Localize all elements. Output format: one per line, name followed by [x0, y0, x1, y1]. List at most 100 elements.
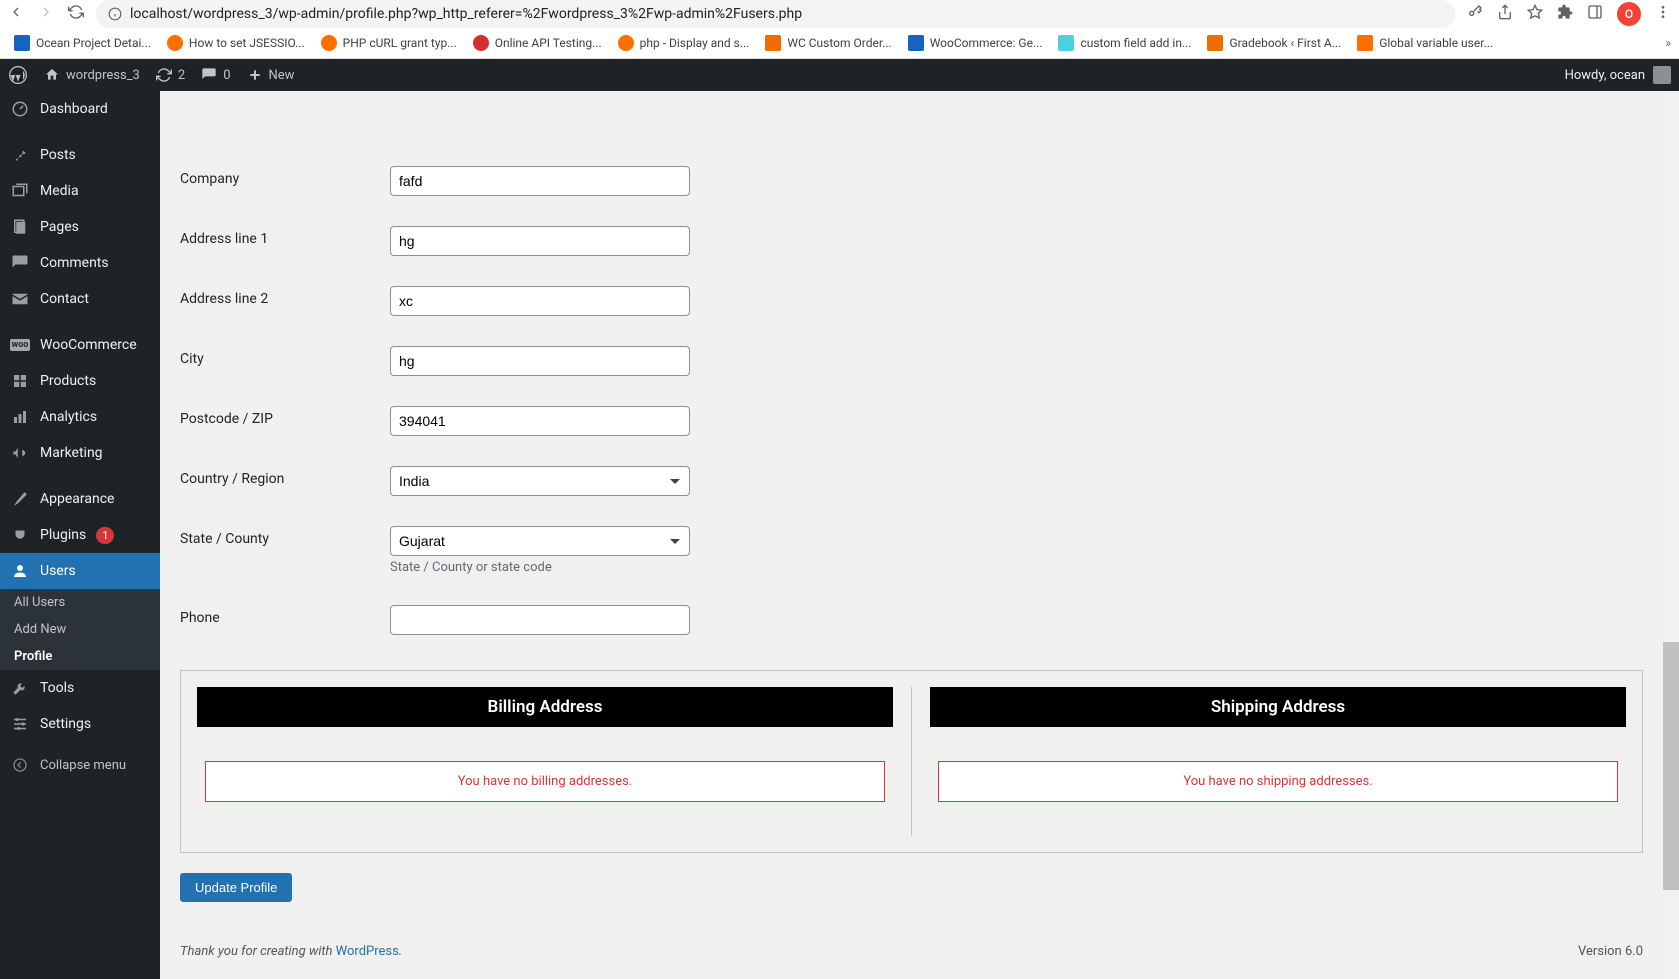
company-input[interactable] [390, 166, 690, 196]
products-icon [10, 371, 30, 391]
update-profile-button[interactable]: Update Profile [180, 873, 292, 902]
sidebar-item-media[interactable]: Media [0, 173, 160, 209]
row-company: Company [180, 151, 1643, 211]
back-icon[interactable] [8, 4, 24, 24]
chart-icon [10, 407, 30, 427]
share-icon[interactable] [1497, 4, 1513, 24]
footer-wp-link[interactable]: WordPress [336, 944, 399, 959]
scrollbar[interactable] [1663, 91, 1679, 979]
country-select[interactable]: India [390, 466, 690, 496]
billing-address-column: Billing Address You have no billing addr… [197, 687, 893, 836]
sidebar-item-users[interactable]: Users [0, 553, 160, 589]
bookmark-item[interactable]: Ocean Project Detai... [8, 31, 157, 55]
star-icon[interactable] [1527, 4, 1543, 24]
sidebar-item-products[interactable]: Products [0, 363, 160, 399]
wp-admin-bar: wordpress_3 2 0 New Howdy, ocean [0, 59, 1679, 91]
admin-sidebar: Dashboard Posts Media Pages Comments Con… [0, 91, 160, 979]
collapse-menu[interactable]: Collapse menu [0, 746, 160, 783]
howdy-text[interactable]: Howdy, ocean [1565, 68, 1645, 83]
shipping-address-column: Shipping Address You have no shipping ad… [930, 687, 1626, 836]
sidebar-item-settings[interactable]: Settings [0, 706, 160, 742]
bookmark-item[interactable]: WooCommerce: Ge... [902, 31, 1049, 55]
megaphone-icon [10, 443, 30, 463]
extensions-icon[interactable] [1557, 4, 1573, 24]
sidebar-item-appearance[interactable]: Appearance [0, 481, 160, 517]
footer-thanks-suffix: . [399, 944, 402, 959]
bookmark-item[interactable]: WC Custom Order... [759, 31, 897, 55]
user-icon [10, 561, 30, 581]
shipping-header: Shipping Address [930, 687, 1626, 727]
bookmark-item[interactable]: PHP cURL grant typ... [315, 31, 463, 55]
plug-icon [10, 525, 30, 545]
users-submenu: All Users Add New Profile [0, 589, 160, 670]
forward-icon[interactable] [38, 4, 54, 24]
address-sections: Billing Address You have no billing addr… [180, 670, 1643, 853]
bookmark-item[interactable]: Online API Testing... [467, 31, 608, 55]
page-icon [10, 217, 30, 237]
row-postcode: Postcode / ZIP [180, 391, 1643, 451]
browser-toolbar: localhost/wordpress_3/wp-admin/profile.p… [0, 0, 1679, 28]
profile-form: Company Address line 1 Address line 2 Ci… [180, 91, 1643, 650]
state-select[interactable]: Gujarat [390, 526, 690, 556]
profile-avatar[interactable]: O [1617, 2, 1641, 26]
sidebar-item-comments[interactable]: Comments [0, 245, 160, 281]
submenu-add-new[interactable]: Add New [0, 616, 160, 643]
row-country: Country / Region India [180, 451, 1643, 511]
url-bar[interactable]: localhost/wordpress_3/wp-admin/profile.p… [96, 0, 1455, 28]
bookmark-item[interactable]: Gradebook ‹ First A... [1201, 31, 1347, 55]
scrollbar-thumb[interactable] [1663, 642, 1679, 891]
sidebar-item-plugins[interactable]: Plugins 1 [0, 517, 160, 553]
user-avatar-icon[interactable] [1653, 66, 1671, 84]
billing-header: Billing Address [197, 687, 893, 727]
wp-version: Version 6.0 [1578, 944, 1643, 959]
pin-icon [10, 145, 30, 165]
dashboard-icon [10, 99, 30, 119]
site-link[interactable]: wordpress_3 [44, 67, 140, 83]
brush-icon [10, 489, 30, 509]
addr1-input[interactable] [390, 226, 690, 256]
sidebar-item-woocommerce[interactable]: wooWooCommerce [0, 327, 160, 363]
sidebar-item-tools[interactable]: Tools [0, 670, 160, 706]
panel-icon[interactable] [1587, 4, 1603, 24]
collapse-icon [10, 755, 30, 775]
bookmark-item[interactable]: How to set JSESSIO... [161, 31, 311, 55]
woo-icon: woo [10, 335, 30, 355]
reload-icon[interactable] [68, 4, 84, 24]
submenu-profile[interactable]: Profile [0, 643, 160, 670]
submenu-all-users[interactable]: All Users [0, 589, 160, 616]
menu-icon[interactable] [1655, 4, 1671, 24]
addr2-input[interactable] [390, 286, 690, 316]
bookmarks-bar: Ocean Project Detai... How to set JSESSI… [0, 28, 1679, 58]
bookmark-item[interactable]: php - Display and s... [612, 31, 756, 55]
sidebar-item-analytics[interactable]: Analytics [0, 399, 160, 435]
company-label: Company [180, 171, 239, 187]
phone-input[interactable] [390, 605, 690, 635]
bookmarks-overflow-icon[interactable]: » [1665, 36, 1671, 50]
wp-logo-icon[interactable] [8, 65, 28, 85]
sidebar-item-pages[interactable]: Pages [0, 209, 160, 245]
sliders-icon [10, 714, 30, 734]
mail-icon [10, 289, 30, 309]
addr2-label: Address line 2 [180, 291, 268, 307]
wp-footer: Thank you for creating with WordPress. V… [180, 904, 1643, 959]
postcode-input[interactable] [390, 406, 690, 436]
row-address1: Address line 1 [180, 211, 1643, 271]
bookmark-item[interactable]: Global variable user... [1351, 31, 1499, 55]
content-area: Company Address line 1 Address line 2 Ci… [160, 91, 1663, 979]
sidebar-item-contact[interactable]: Contact [0, 281, 160, 317]
updates-link[interactable]: 2 [156, 67, 185, 83]
wrench-icon [10, 678, 30, 698]
info-icon [108, 7, 122, 21]
sidebar-item-posts[interactable]: Posts [0, 137, 160, 173]
addr1-label: Address line 1 [180, 231, 268, 247]
state-description: State / County or state code [390, 560, 1633, 575]
sidebar-item-marketing[interactable]: Marketing [0, 435, 160, 471]
new-link[interactable]: New [247, 67, 295, 83]
bookmark-item[interactable]: custom field add in... [1052, 31, 1197, 55]
city-input[interactable] [390, 346, 690, 376]
comment-icon [10, 253, 30, 273]
row-state: State / County Gujarat State / County or… [180, 511, 1643, 590]
key-icon[interactable] [1467, 4, 1483, 24]
comments-link[interactable]: 0 [201, 67, 230, 83]
sidebar-item-dashboard[interactable]: Dashboard [0, 91, 160, 127]
